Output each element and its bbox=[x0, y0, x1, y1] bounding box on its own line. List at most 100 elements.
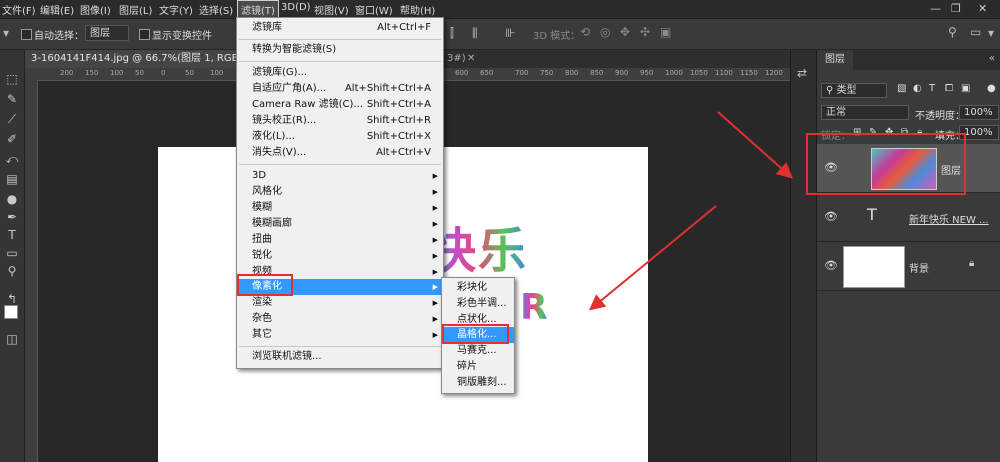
document-tab-2-suffix[interactable]: 3#) bbox=[447, 53, 466, 64]
menu-window[interactable]: 窗口(W) bbox=[355, 2, 393, 17]
filter-toggle-icon[interactable]: ● bbox=[987, 83, 996, 94]
layer-name[interactable]: 新年快乐 NEW ... bbox=[909, 211, 989, 226]
rotate-3d-icon[interactable]: ⟲ bbox=[580, 25, 590, 39]
filter-menu-item[interactable]: 液化(L)... Shift+Ctrl+X bbox=[237, 129, 443, 145]
submenu-item-label: 马赛克... bbox=[457, 345, 497, 356]
marquee-tool-icon[interactable]: ⬚ bbox=[2, 70, 22, 88]
submenu-arrow-icon: ▶ bbox=[432, 172, 438, 180]
panel-collapse-icon[interactable]: « bbox=[989, 53, 995, 64]
blend-mode-dropdown[interactable]: 正常 bbox=[821, 105, 909, 120]
menu-help[interactable]: 帮助(H) bbox=[400, 2, 435, 17]
filter-menu-item[interactable]: 其它 ▶ bbox=[237, 327, 443, 343]
submenu-arrow-icon: ▶ bbox=[432, 283, 438, 291]
filter-menu-item[interactable]: 消失点(V)... Alt+Ctrl+V bbox=[237, 145, 443, 161]
menu-file[interactable]: 文件(F) bbox=[2, 2, 36, 17]
menu-separator bbox=[239, 346, 441, 347]
filter-menu-item[interactable]: 杂色 ▶ bbox=[237, 311, 443, 327]
filter-menu-item[interactable]: 渲染 ▶ bbox=[237, 295, 443, 311]
submenu-item[interactable]: 铜版雕刻... bbox=[442, 375, 514, 391]
scale-3d-icon[interactable]: ▣ bbox=[660, 25, 671, 39]
restore-icon[interactable]: ❐ bbox=[951, 2, 961, 15]
close-icon[interactable]: ✕ bbox=[978, 2, 987, 15]
menu-separator bbox=[239, 39, 441, 40]
foreground-color-swatch[interactable] bbox=[4, 305, 18, 319]
history-brush-icon[interactable]: ⤺ bbox=[2, 150, 22, 168]
submenu-item[interactable]: 彩块化 bbox=[442, 280, 514, 296]
roll-3d-icon[interactable]: ◎ bbox=[600, 25, 610, 39]
menu-filter[interactable]: 滤镜(T) bbox=[237, 0, 279, 18]
filter-menu-item[interactable]: 浏览联机滤镜... bbox=[237, 349, 443, 365]
align-more-icon[interactable]: ⊪ bbox=[505, 26, 515, 40]
filter-menu-item[interactable]: 滤镜库 Alt+Ctrl+F bbox=[237, 20, 443, 36]
filter-menu-item[interactable]: 滤镜库(G)... bbox=[237, 65, 443, 81]
smart-object-filter-icon[interactable]: ▣ bbox=[961, 83, 970, 94]
menu-item-label: 其它 bbox=[252, 329, 272, 340]
layer-filter-dropdown[interactable]: ⚲ 类型 bbox=[821, 83, 887, 98]
filter-menu-item[interactable]: Camera Raw 滤镜(C)... Shift+Ctrl+A bbox=[237, 97, 443, 113]
submenu-item[interactable]: 马赛克... bbox=[442, 343, 514, 359]
vertical-ruler bbox=[25, 80, 38, 462]
submenu-item-label: 彩色半调... bbox=[457, 298, 507, 309]
close-tab-icon[interactable]: ✕ bbox=[467, 53, 475, 64]
align-icon[interactable]: ⫿ bbox=[450, 26, 454, 41]
dodge-tool-icon[interactable]: ● bbox=[2, 190, 22, 208]
filter-menu-item[interactable]: 镜头校正(R)... Shift+Ctrl+R bbox=[237, 113, 443, 129]
type-tool-icon[interactable]: T bbox=[2, 226, 22, 244]
minimize-icon[interactable]: — bbox=[930, 2, 941, 15]
submenu-item-label: 铜版雕刻... bbox=[457, 377, 507, 388]
layer-row[interactable]: 👁︎ 背景 🔒︎ bbox=[817, 242, 1000, 291]
menu-3d[interactable]: 3D(D) bbox=[281, 2, 311, 13]
menu-edit[interactable]: 编辑(E) bbox=[40, 2, 74, 17]
menu-type[interactable]: 文字(Y) bbox=[159, 2, 193, 17]
brush-tool-icon[interactable]: ✎ bbox=[2, 90, 22, 108]
move-tool-chevron-icon[interactable]: ▾ bbox=[3, 26, 9, 40]
quick-mask-icon[interactable]: ◫ bbox=[2, 330, 22, 348]
filter-menu-item[interactable]: 模糊 ▶ bbox=[237, 200, 443, 216]
menu-layer[interactable]: 图层(L) bbox=[119, 2, 152, 17]
filter-menu-item[interactable]: 扭曲 ▶ bbox=[237, 232, 443, 248]
eyedropper-tool-icon[interactable]: ⟋ bbox=[2, 110, 22, 128]
workspace-chevron-icon[interactable]: ▾ bbox=[988, 26, 994, 40]
pixel-filter-icon[interactable]: ▧ bbox=[897, 83, 906, 94]
show-transform-label: 显示变换控件 bbox=[152, 31, 212, 42]
distribute-icon[interactable]: ⫼ bbox=[472, 26, 478, 41]
menu-view[interactable]: 视图(V) bbox=[314, 2, 349, 17]
submenu-item[interactable]: 彩色半调... bbox=[442, 296, 514, 312]
pencil-tool-icon[interactable]: ✐ bbox=[2, 130, 22, 148]
tab-layers[interactable]: 图层 bbox=[817, 50, 853, 70]
properties-icon[interactable]: ⇄ bbox=[797, 66, 807, 80]
type-filter-icon[interactable]: T bbox=[929, 83, 935, 94]
filter-menu-item[interactable]: 锐化 ▶ bbox=[237, 248, 443, 264]
auto-select-dropdown[interactable]: 图层 bbox=[85, 25, 129, 41]
filter-menu-item[interactable]: 转换为智能滤镜(S) bbox=[237, 42, 443, 58]
menu-image[interactable]: 图像(I) bbox=[80, 2, 111, 17]
menu-item-label: 滤镜库(G)... bbox=[252, 67, 308, 78]
opacity-field[interactable]: 100% bbox=[959, 105, 999, 120]
filter-menu-item[interactable]: 3D ▶ bbox=[237, 168, 443, 184]
workspace-icon[interactable]: ▭ bbox=[970, 25, 981, 39]
shape-tool-icon[interactable]: ▭ bbox=[2, 244, 22, 262]
submenu-item[interactable]: 碎片 bbox=[442, 359, 514, 375]
gradient-tool-icon[interactable]: ▤ bbox=[2, 170, 22, 188]
visibility-eye-icon[interactable]: 👁︎ bbox=[824, 210, 838, 223]
filter-menu-item[interactable]: 自适应广角(A)... Alt+Shift+Ctrl+A bbox=[237, 81, 443, 97]
search-icon[interactable]: ⚲ bbox=[948, 25, 957, 39]
menu-item-shortcut: Alt+Ctrl+V bbox=[376, 147, 431, 158]
submenu-arrow-icon: ▶ bbox=[432, 204, 438, 212]
fill-value: 100% bbox=[964, 127, 993, 138]
layer-row[interactable]: 👁︎ T 新年快乐 NEW ... bbox=[817, 193, 1000, 242]
auto-select-label: 自动选择： bbox=[34, 31, 84, 42]
drag-3d-icon[interactable]: ✥ bbox=[620, 25, 630, 39]
slide-3d-icon[interactable]: ✣ bbox=[640, 25, 650, 39]
filter-menu-item[interactable]: 风格化 ▶ bbox=[237, 184, 443, 200]
layer-name[interactable]: 背景 bbox=[909, 260, 929, 275]
zoom-tool-icon[interactable]: ⚲ bbox=[2, 262, 22, 280]
show-transform-checkbox[interactable] bbox=[139, 29, 150, 40]
shape-filter-icon[interactable]: ⧠ bbox=[945, 83, 953, 94]
filter-menu-item[interactable]: 模糊画廊 ▶ bbox=[237, 216, 443, 232]
pen-tool-icon[interactable]: ✒ bbox=[2, 208, 22, 226]
visibility-eye-icon[interactable]: 👁︎ bbox=[824, 259, 838, 272]
auto-select-checkbox[interactable] bbox=[21, 29, 32, 40]
menu-select[interactable]: 选择(S) bbox=[199, 2, 233, 17]
adjustment-filter-icon[interactable]: ◐ bbox=[913, 83, 922, 94]
